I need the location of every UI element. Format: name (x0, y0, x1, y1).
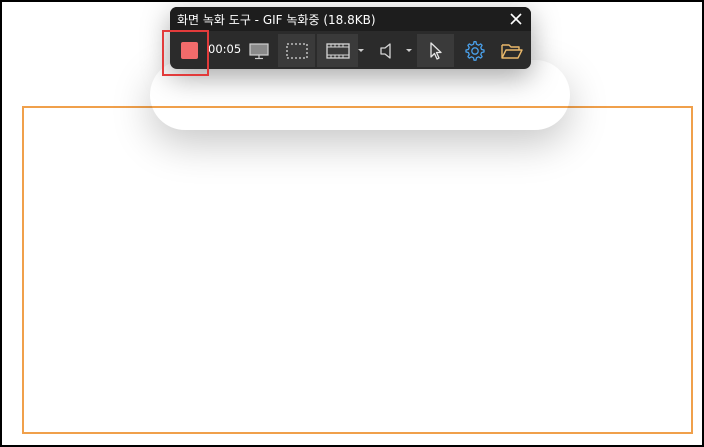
settings-button[interactable] (456, 34, 493, 67)
speaker-icon (380, 42, 391, 59)
close-icon (510, 13, 522, 25)
close-button[interactable] (507, 10, 525, 28)
format-button[interactable] (317, 34, 358, 67)
recorder-title-bar[interactable]: 화면 녹화 도구 - GIF 녹화중 (18.8KB) (170, 7, 531, 31)
capture-area (22, 106, 693, 434)
open-folder-button[interactable] (495, 34, 529, 67)
fullscreen-capture-button[interactable] (242, 34, 276, 67)
recording-timer: 00:05 (208, 42, 242, 56)
recorder-toolbar: 00:05 (170, 34, 531, 67)
format-dropdown-arrow-icon[interactable] (358, 49, 364, 52)
stop-button-highlight (162, 30, 209, 76)
recorder-shadow (150, 60, 570, 130)
audio-button[interactable] (370, 34, 404, 67)
gear-icon (464, 40, 485, 61)
film-strip-icon (325, 42, 350, 59)
dashed-rectangle-icon (285, 42, 308, 59)
region-capture-button[interactable] (278, 34, 315, 67)
monitor-icon (249, 42, 269, 59)
folder-open-icon (501, 43, 523, 59)
recorder-title: 화면 녹화 도구 - GIF 녹화중 (18.8KB) (177, 13, 376, 27)
screen-recorder-panel: 화면 녹화 도구 - GIF 녹화중 (18.8KB) 00:05 (170, 7, 531, 69)
cursor-button[interactable] (417, 34, 454, 67)
audio-dropdown-arrow-icon[interactable] (406, 49, 412, 52)
cursor-arrow-icon (429, 41, 442, 60)
